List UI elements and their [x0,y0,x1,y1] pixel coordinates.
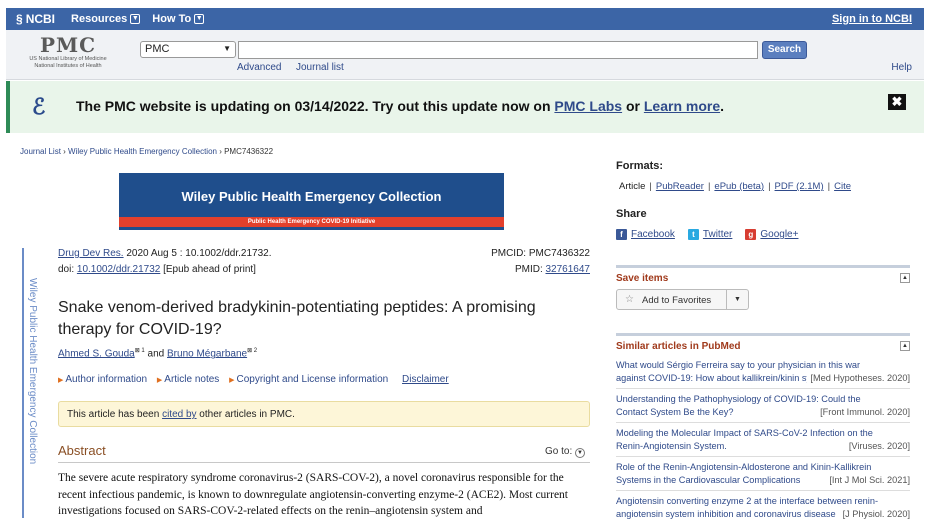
chevron-down-icon: ▼ [575,448,586,458]
collapse-icon[interactable]: ▲ [900,341,910,351]
ncbi-logo[interactable]: § NCBI [16,12,55,26]
triangle-right-icon: ▶ [58,377,64,384]
facebook-icon[interactable]: f [616,229,627,240]
doi-link[interactable]: 10.1002/ddr.21732 [77,264,160,275]
authors: Ahmed S. Gouda⊠ 1 and Bruno Mégarbane⊠ 2 [58,348,258,360]
format-pubreader[interactable]: PubReader [656,181,704,192]
sign-in-link[interactable]: Sign in to NCBI [832,13,912,25]
share-heading: Share [616,208,647,220]
chevron-down-icon[interactable]: ▼ [726,290,748,309]
chevron-down-icon: ▼ [194,14,205,24]
breadcrumb-collection[interactable]: Wiley Public Health Emergency Collection [68,147,217,156]
ncbi-top-bar: § NCBI Resources ▼ How To ▼ Sign in to N… [6,8,924,30]
format-cite[interactable]: Cite [834,181,851,192]
add-to-favorites-button[interactable]: ☆ Add to Favorites ▼ [616,289,749,310]
pmcid: PMCID: PMC7436322 [491,248,590,259]
author-sup: ⊠ 2 [247,348,258,354]
database-select[interactable]: PMC ▼ [140,41,236,58]
close-icon[interactable]: ✖ [888,94,906,110]
similar-articles-panel: Similar articles in PubMed ▲ [616,333,910,353]
author-link[interactable]: Bruno Mégarbane [167,348,247,359]
collection-title: Wiley Public Health Emergency Collection [181,189,442,204]
format-pdf[interactable]: PDF (2.1M) [775,181,824,192]
howto-menu[interactable]: How To ▼ [152,13,205,25]
author-information-link[interactable]: ▶ Author information [58,374,147,385]
triangle-right-icon: ▶ [156,377,163,384]
banner-message: The PMC website is updating on 03/14/202… [76,98,725,114]
chevron-down-icon: ▼ [130,14,141,24]
goto-menu[interactable]: Go to: ▼ [545,446,586,458]
similar-article[interactable]: Understanding the Pathophysiology of COV… [616,393,910,418]
copyright-link[interactable]: ▶ Copyright and License information [229,374,388,385]
resources-menu[interactable]: Resources ▼ [71,13,141,25]
author-link[interactable]: Ahmed S. Gouda [58,348,135,359]
cited-by-notice: This article has been cited by other art… [58,401,590,427]
format-epub[interactable]: ePub (beta) [714,181,764,192]
citation-line: Drug Dev Res. 2020 Aug 5 : 10.1002/ddr.2… [58,248,272,259]
collection-ribbon: Public Health Emergency COVID-19 Initiat… [119,217,504,227]
share-facebook[interactable]: Facebook [631,229,675,240]
share-twitter[interactable]: Twitter [703,229,732,240]
journal-list-link[interactable]: Journal list [296,62,344,73]
cited-by-link[interactable]: cited by [162,409,196,420]
abstract-heading: Abstract [58,443,106,458]
share-google-plus[interactable]: Google+ [760,229,798,240]
breadcrumb-current: PMC7436322 [224,147,274,156]
author-sup: ⊠ 1 [134,348,145,354]
pmid-link[interactable]: 32761647 [546,264,591,275]
pmc-header: PMC US National Library of Medicine Nati… [6,30,924,80]
advanced-search-link[interactable]: Advanced [237,62,281,73]
breadcrumb: Journal List › Wiley Public Health Emerg… [20,147,274,156]
similar-article[interactable]: Angiotensin converting enzyme 2 at the i… [616,495,910,520]
ncbi-helix-icon: § [16,12,23,26]
share-links: f Facebook t Twitter g Google+ [616,229,807,240]
abstract-divider [58,462,590,463]
article-title: Snake venom-derived bradykinin-potentiat… [58,299,536,338]
pmc-labs-link[interactable]: PMC Labs [554,98,622,114]
dna-icon: ℰ [32,94,46,119]
journal-link[interactable]: Drug Dev Res. [58,248,124,259]
pmid-line: PMID: 32761647 [514,264,591,275]
vertical-collection-label: Wiley Public Health Emergency Collection [22,248,38,518]
help-link[interactable]: Help [891,62,912,73]
learn-more-link[interactable]: Learn more [644,98,720,114]
collection-banner[interactable]: Wiley Public Health Emergency Collection… [119,173,504,230]
abstract-text: The severe acute respiratory syndrome co… [58,472,569,517]
collapse-icon[interactable]: ▲ [900,273,910,283]
article-info-links: ▶ Author information ▶ Article notes ▶ Copy… [58,374,449,385]
article-notes-link[interactable]: ▶ Article notes [157,374,219,385]
disclaimer-link[interactable]: Disclaimer [402,374,449,385]
formats-list: Article | PubReader | ePub (beta) | PDF (2.1M)… [619,181,851,192]
doi-line: doi: 10.1002/ddr.21732 [Epub ahead of pr… [58,264,256,275]
divider [616,422,910,423]
save-items-panel: Save items ▲ [616,265,910,285]
search-button[interactable]: Search [762,41,807,59]
divider [616,456,910,457]
formats-heading: Formats: [616,160,664,172]
similar-article[interactable]: Role of the Renin-Angiotensin-Aldosteron… [616,461,910,486]
divider [616,490,910,491]
star-icon: ☆ [625,294,634,305]
search-input[interactable] [238,41,758,59]
triangle-right-icon: ▶ [229,377,235,384]
update-banner: ℰ The PMC website is updating on 03/14/2… [6,81,924,133]
breadcrumb-journal-list[interactable]: Journal List [20,147,61,156]
top-strip [0,0,927,8]
save-items-heading: Save items [616,273,669,284]
similar-article[interactable]: What would Sérgio Ferreira say to your p… [616,359,910,384]
similar-articles-heading: Similar articles in PubMed [616,341,741,352]
twitter-icon[interactable]: t [687,229,699,240]
format-article: Article [619,181,646,192]
chevron-down-icon: ▼ [223,44,231,53]
divider [616,388,910,389]
google-plus-icon[interactable]: g [745,229,757,240]
similar-article[interactable]: Modeling the Molecular Impact of SARS-Co… [616,427,910,452]
pmc-logo[interactable]: PMC US National Library of Medicine Nati… [18,34,118,70]
